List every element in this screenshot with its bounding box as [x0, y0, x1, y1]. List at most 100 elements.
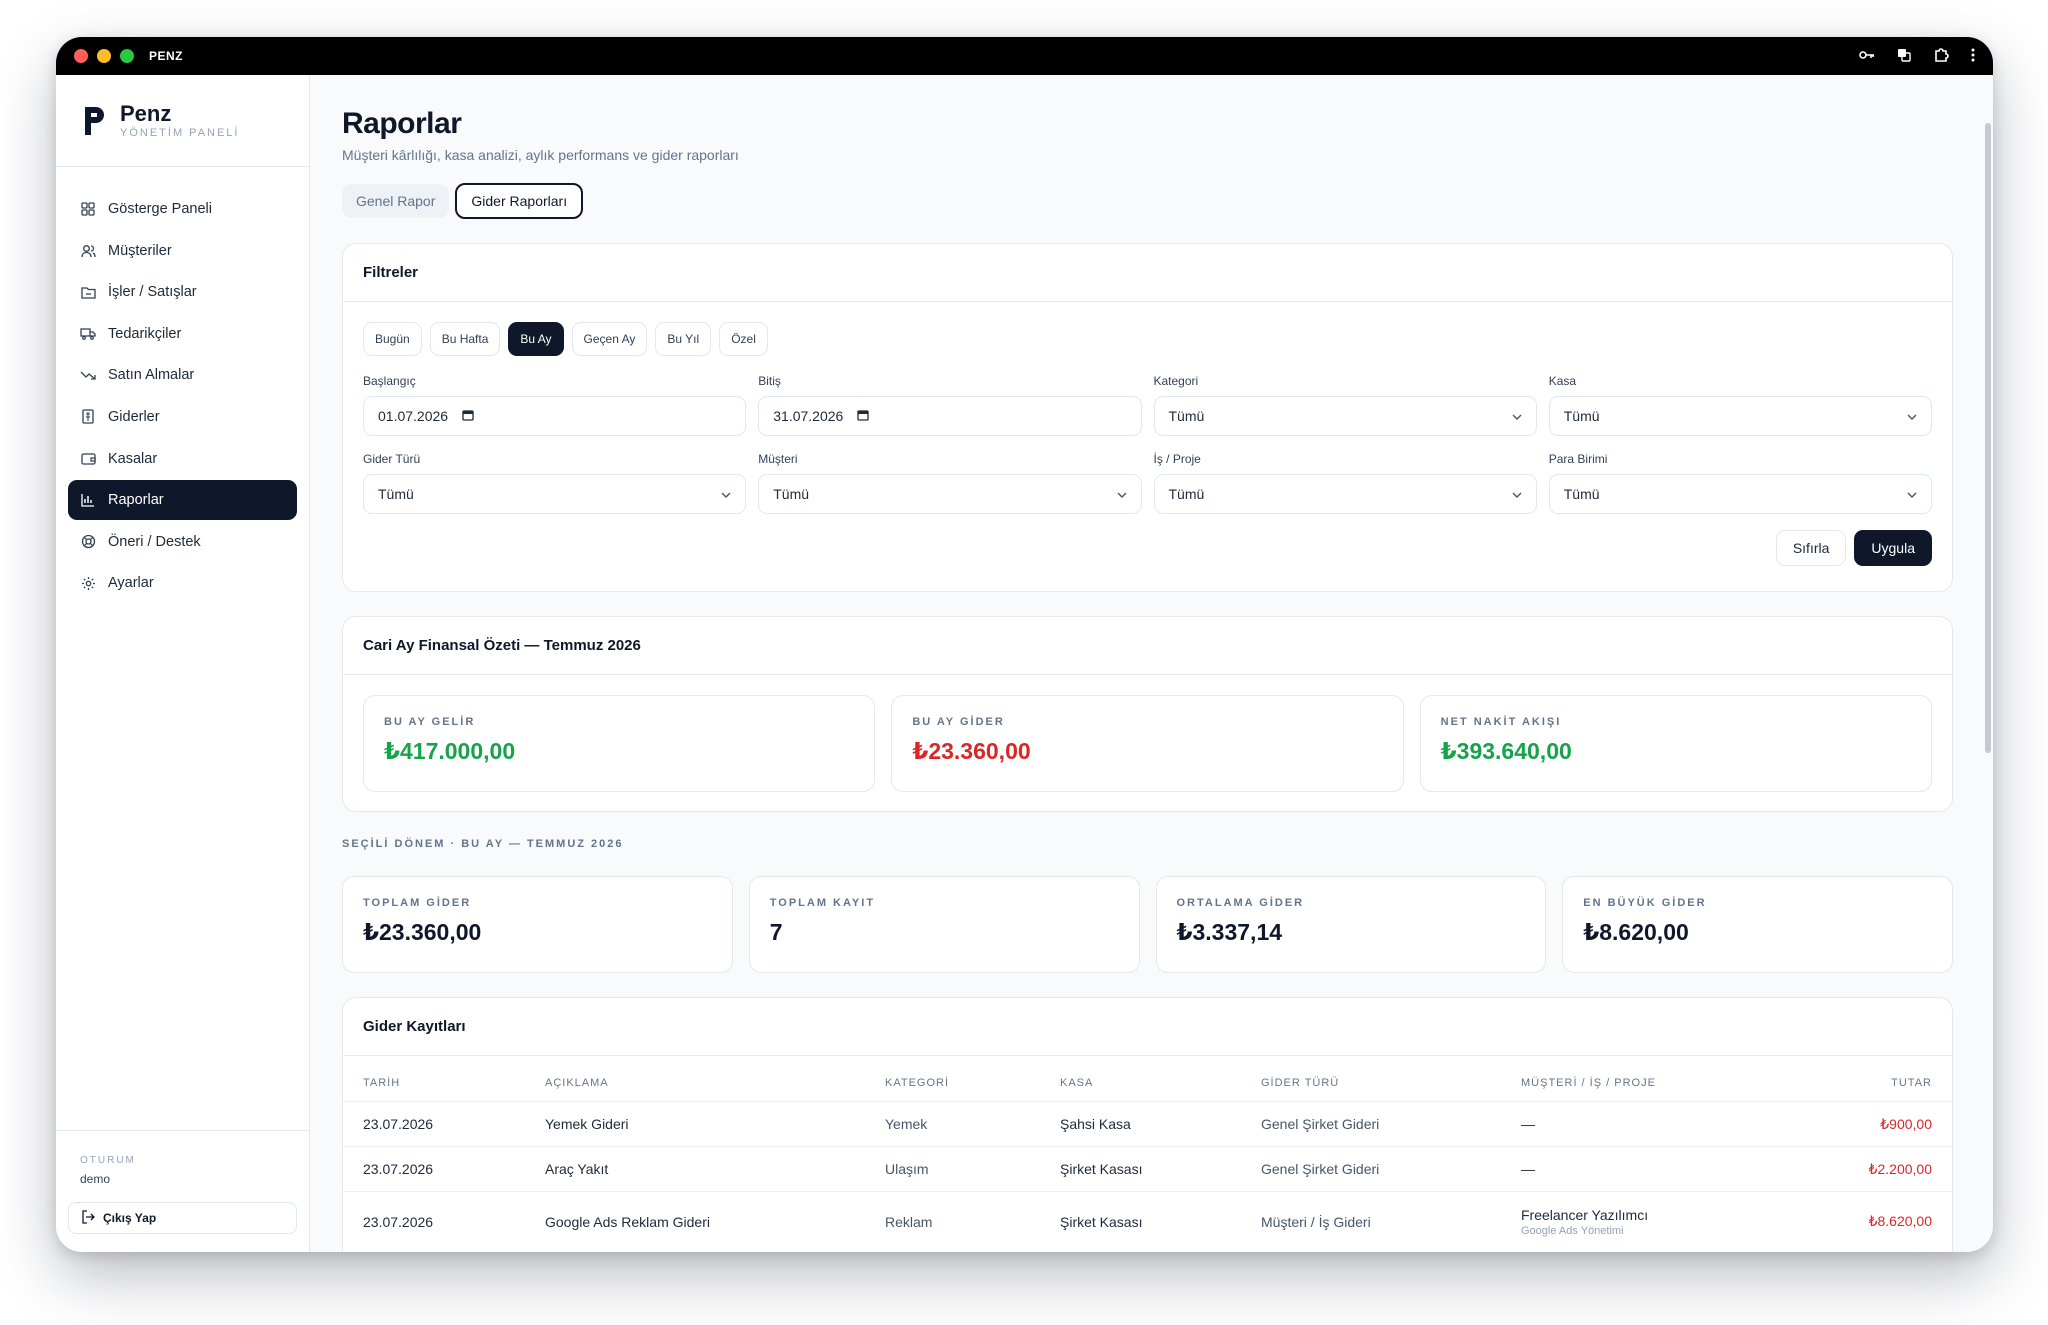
preset-this-month[interactable]: Bu Ay: [508, 322, 564, 356]
net-cashflow-value: ₺393.640,00: [1440, 738, 1572, 764]
brand-subtitle: YÖNETİM PANELİ: [120, 126, 240, 139]
sidebar: Penz YÖNETİM PANELİ Gösterge Paneli Müşt…: [56, 75, 310, 1252]
column-amount[interactable]: TUTAR: [1784, 1056, 1952, 1102]
sidebar-item-jobs-sales[interactable]: İşler / Satışlar: [68, 272, 297, 312]
net-cashflow-stat: NET NAKİT AKIŞI ₺393.640,00: [1419, 695, 1932, 792]
chevron-down-icon: [1117, 487, 1127, 501]
chevron-down-icon: [1512, 409, 1522, 423]
row-category: Ulaşım: [865, 1146, 1040, 1192]
reset-button[interactable]: Sıfırla: [1775, 530, 1847, 566]
column-cashbox[interactable]: KASA: [1040, 1056, 1241, 1102]
customer-select[interactable]: Tümü: [758, 474, 1142, 514]
project-label: İş / Proje: [1153, 452, 1201, 466]
period-kpis: TOPLAM GİDER ₺23.360,00 TOPLAM KAYIT 7 O…: [342, 876, 1953, 973]
sidebar-item-label: Kasalar: [108, 450, 158, 467]
sidebar-item-expenses[interactable]: Giderler: [68, 397, 297, 437]
sidebar-item-label: Müşteriler: [108, 242, 172, 259]
logout-button[interactable]: Çıkış Yap: [68, 1202, 297, 1234]
scrollbar[interactable]: [1985, 123, 1991, 753]
currency-select[interactable]: Tümü: [1548, 474, 1932, 514]
start-date-input[interactable]: 01.07.2026: [363, 396, 747, 436]
extensions-icon[interactable]: [1933, 47, 1949, 66]
chart-icon: [80, 492, 96, 508]
sidebar-item-reports[interactable]: Raporlar: [68, 480, 297, 521]
column-date[interactable]: TARİH: [343, 1056, 525, 1102]
expense-records-card: Gider Kayıtları TARİH AÇIKLAMA KATEGORİ …: [342, 997, 1953, 1252]
total-records-stat: TOPLAM KAYIT 7: [748, 876, 1140, 973]
preset-this-year[interactable]: Bu Yıl: [655, 322, 712, 356]
calendar-icon[interactable]: [857, 409, 869, 424]
currency-label: Para Birimi: [1548, 452, 1608, 466]
project-select[interactable]: Tümü: [1153, 474, 1537, 514]
expense-type-value: Tümü: [378, 486, 414, 502]
main-content: Raporlar Müşteri kârlılığı, kasa analizi…: [310, 75, 1993, 1252]
sidebar-item-customers[interactable]: Müşteriler: [68, 231, 297, 271]
row-amount: ₺900,00: [1784, 1101, 1952, 1147]
calendar-icon[interactable]: [462, 409, 474, 424]
column-description[interactable]: AÇIKLAMA: [525, 1056, 865, 1102]
translate-icon[interactable]: [1897, 48, 1911, 65]
sidebar-item-purchases[interactable]: Satın Almalar: [68, 355, 297, 395]
column-expense-type[interactable]: GİDER TÜRÜ: [1241, 1056, 1501, 1102]
largest-expense-stat: EN BÜYÜK GİDER ₺8.620,00: [1562, 876, 1953, 973]
preset-this-week[interactable]: Bu Hafta: [429, 322, 501, 356]
session-label: OTURUM: [80, 1155, 136, 1166]
brand[interactable]: Penz YÖNETİM PANELİ: [56, 75, 309, 167]
table-row[interactable]: 23.07.2026 Araç Yakıt Ulaşım Şirket Kasa…: [343, 1146, 1952, 1192]
receipt-icon: [80, 409, 96, 425]
monthly-summary-card: Cari Ay Finansal Özeti — Temmuz 2026 BU …: [342, 616, 1953, 812]
row-expense-type: Genel Şirket Gideri: [1241, 1101, 1501, 1147]
customer-label: Müşteri: [758, 452, 798, 466]
tab-general-report[interactable]: Genel Rapor: [342, 184, 450, 218]
row-amount: ₺8.620,00: [1784, 1191, 1952, 1252]
sidebar-item-label: İşler / Satışlar: [108, 284, 197, 301]
minimize-window-button[interactable]: [97, 49, 111, 63]
table-row[interactable]: 23.07.2026 Google Ads Reklam Gideri Rekl…: [343, 1191, 1952, 1252]
monthly-summary-title: Cari Ay Finansal Özeti — Temmuz 2026: [343, 617, 1952, 675]
sidebar-item-support[interactable]: Öneri / Destek: [68, 522, 297, 562]
category-select[interactable]: Tümü: [1153, 396, 1537, 436]
customer-value: Tümü: [773, 486, 810, 502]
maximize-window-button[interactable]: [120, 49, 134, 63]
wallet-icon: [80, 451, 96, 467]
sidebar-item-cashboxes[interactable]: Kasalar: [68, 439, 297, 479]
project-value: Tümü: [1168, 486, 1205, 502]
cashbox-value: Tümü: [1563, 408, 1600, 424]
sidebar-nav: Gösterge Paneli Müşteriler İşler / Satış…: [56, 167, 309, 603]
preset-custom[interactable]: Özel: [719, 322, 768, 356]
sidebar-item-settings[interactable]: Ayarlar: [68, 563, 297, 603]
selected-period-label: SEÇİLİ DÖNEM · BU AY — TEMMUZ 2026: [342, 838, 624, 850]
total-expense-label: TOPLAM GİDER: [363, 897, 472, 909]
title-bar: PENZ: [56, 37, 1993, 75]
sidebar-item-suppliers[interactable]: Tedarikçiler: [68, 314, 297, 354]
sidebar-item-label: Gösterge Paneli: [108, 201, 212, 217]
tab-expense-reports[interactable]: Gider Raporları: [455, 183, 584, 219]
chevron-down-icon: [1512, 487, 1522, 501]
apply-button[interactable]: Uygula: [1854, 530, 1932, 566]
expense-label: BU AY GİDER: [912, 716, 1005, 728]
close-window-button[interactable]: [74, 49, 88, 63]
sidebar-item-dashboard[interactable]: Gösterge Paneli: [68, 189, 297, 229]
expense-type-select[interactable]: Tümü: [363, 474, 747, 514]
more-menu-icon[interactable]: [1971, 48, 1975, 65]
key-icon[interactable]: [1859, 49, 1875, 64]
income-label: BU AY GELİR: [384, 716, 476, 728]
table-row[interactable]: 23.07.2026 Yemek Gideri Yemek Şahsi Kasa…: [343, 1101, 1952, 1147]
column-customer-project[interactable]: MÜŞTERİ / İŞ / PROJE: [1501, 1056, 1784, 1102]
net-cashflow-label: NET NAKİT AKIŞI: [1440, 716, 1562, 728]
row-category: Yemek: [865, 1101, 1040, 1147]
expense-stat: BU AY GİDER ₺23.360,00: [891, 695, 1404, 792]
preset-today[interactable]: Bugün: [363, 322, 422, 356]
cashbox-select[interactable]: Tümü: [1548, 396, 1932, 436]
row-description: Araç Yakıt: [525, 1146, 865, 1192]
start-date-value: 01.07.2026: [378, 408, 449, 424]
expense-value: ₺23.360,00: [912, 738, 1031, 764]
income-value: ₺417.000,00: [384, 738, 516, 764]
row-cashbox: Şahsi Kasa: [1040, 1101, 1241, 1147]
window-title: PENZ: [149, 49, 184, 63]
column-category[interactable]: KATEGORİ: [865, 1056, 1040, 1102]
preset-last-month[interactable]: Geçen Ay: [571, 322, 648, 356]
income-stat: BU AY GELİR ₺417.000,00: [363, 695, 876, 792]
cashbox-label: Kasa: [1548, 374, 1577, 388]
end-date-input[interactable]: 31.07.2026: [758, 396, 1142, 436]
